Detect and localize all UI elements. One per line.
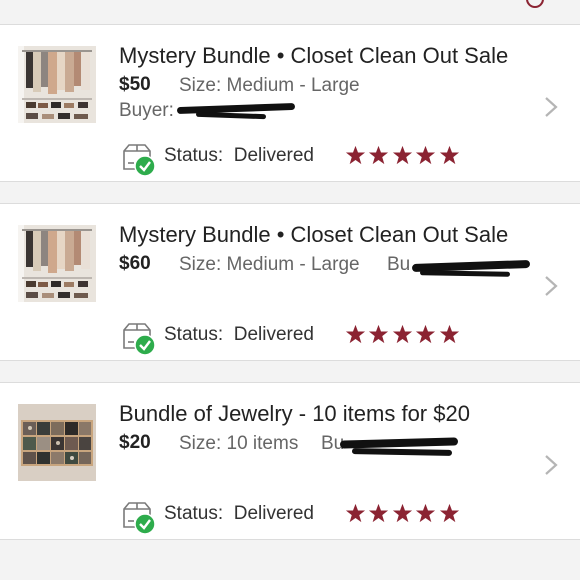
star-icon [439,503,459,523]
order-title[interactable]: Mystery Bundle • Closet Clean Out Sale [119,43,508,69]
order-size: Size: 10 items [179,433,299,454]
order-card[interactable]: Mystery Bundle • Closet Clean Out Sale $… [0,24,580,182]
product-thumbnail [18,404,96,481]
star-icon [369,324,389,344]
redaction-mark [419,270,511,277]
status-text: Status: Delivered [164,145,314,166]
star-icon [439,145,459,165]
star-icon [416,145,436,165]
order-price: $20 [119,432,151,453]
star-icon [416,503,436,523]
star-icon [439,324,459,344]
star-icon [392,503,412,523]
top-bar [0,0,580,25]
chevron-right-icon[interactable] [543,275,559,297]
rating-stars [345,503,462,528]
package-delivered-icon [123,323,156,356]
rating-stars [345,324,462,349]
header-title-fragment [208,0,288,4]
star-icon [345,145,366,165]
order-price: $50 [119,74,151,95]
product-thumbnail [18,225,96,302]
status-text: Status: Delivered [164,503,314,524]
star-icon [416,324,436,344]
redaction-mark [195,111,267,120]
redaction-mark [351,448,453,456]
chevron-right-icon[interactable] [543,454,559,476]
buyer-label: Buyer: [119,100,174,121]
order-size: Size: Medium - Large [179,75,360,96]
star-icon [392,324,412,344]
buyer-label: Bu [387,254,411,275]
order-title[interactable]: Mystery Bundle • Closet Clean Out Sale [119,222,508,248]
redaction-mark [339,437,459,449]
star-icon [369,503,389,523]
chevron-right-icon[interactable] [543,96,559,118]
package-delivered-icon [123,502,156,535]
star-icon [345,324,366,344]
order-card[interactable]: Bundle of Jewelry - 10 items for $20 $20… [0,382,580,540]
cart-icon[interactable] [526,0,544,8]
rating-stars [345,145,462,170]
star-icon [345,503,366,523]
order-title[interactable]: Bundle of Jewelry - 10 items for $20 [119,401,470,427]
star-icon [392,145,412,165]
order-price: $60 [119,253,151,274]
star-icon [369,145,389,165]
status-text: Status: Delivered [164,324,314,345]
package-delivered-icon [123,144,156,177]
product-thumbnail [18,46,96,123]
order-card[interactable]: Mystery Bundle • Closet Clean Out Sale $… [0,203,580,361]
order-size: Size: Medium - Large [179,254,360,275]
